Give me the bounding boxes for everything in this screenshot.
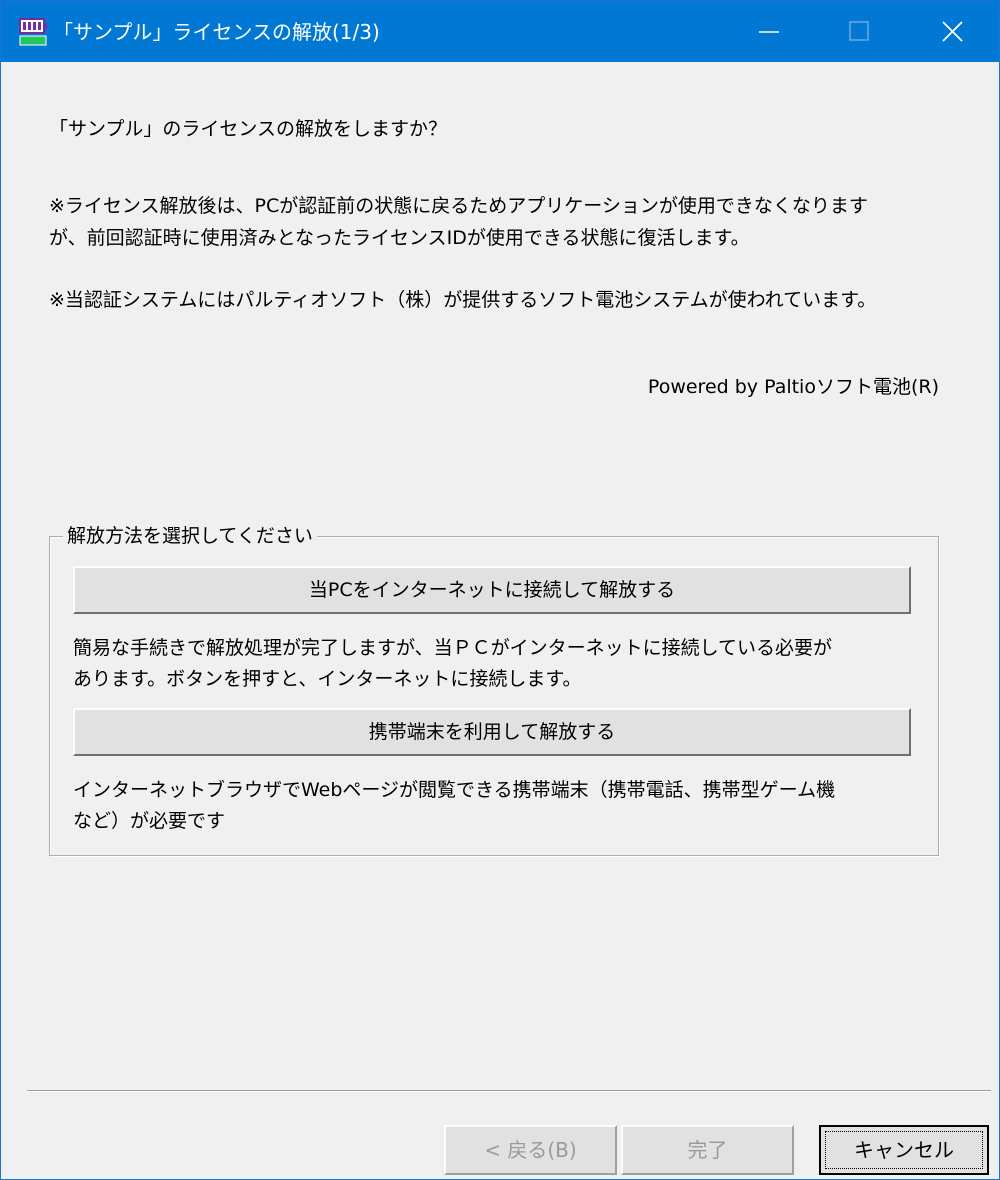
mobile-release-desc-line2: など）が必要です xyxy=(73,810,226,832)
system-note: ※当認証システムにはパルティオソフト（株）が提供するソフト電池システムが使われて… xyxy=(49,289,877,311)
internet-release-desc-line2: あります。ボタンを押すと、インターネットに接続します。 xyxy=(73,668,582,690)
mobile-release-button[interactable]: 携帯端末を利用して解放する xyxy=(73,708,911,756)
release-method-legend: 解放方法を選択してください xyxy=(63,522,317,550)
back-button[interactable]: < 戻る(B) xyxy=(444,1125,617,1175)
cancel-button[interactable]: キャンセル xyxy=(819,1125,989,1175)
maximize-button[interactable] xyxy=(813,1,905,62)
close-icon xyxy=(942,21,963,42)
internet-release-button[interactable]: 当PCをインターネットに接続して解放する xyxy=(73,566,911,614)
minimize-button[interactable] xyxy=(723,1,815,62)
window-title: 「サンプル」ライセンスの解放(1/3) xyxy=(53,20,380,44)
app-license-icon xyxy=(19,17,49,47)
minimize-icon xyxy=(759,31,779,33)
mobile-release-desc-line1: インターネットブラウザでWebページが閲覧できる携帯端末（携帯電話、携帯型ゲーム… xyxy=(73,779,836,801)
release-note-line1: ※ライセンス解放後は、PCが認証前の状態に戻るためアプリケーションが使用できなく… xyxy=(49,195,868,217)
confirm-question: 「サンプル」のライセンスの解放をしますか？ xyxy=(49,118,448,140)
footer-separator xyxy=(27,1090,991,1092)
cancel-button-label: キャンセル xyxy=(854,1138,954,1162)
release-note-line2: が、前回認証時に使用済みとなったライセンスIDが使用できる状態に復活します。 xyxy=(49,227,750,249)
internet-release-desc-line1: 簡易な手続きで解放処理が完了しますが、当ＰＣがインターネットに接続している必要が xyxy=(73,637,833,659)
powered-by-label: Powered by Paltioソフト電池(R) xyxy=(647,376,939,398)
title-bar[interactable]: 「サンプル」ライセンスの解放(1/3) xyxy=(1,1,999,62)
close-button[interactable] xyxy=(907,1,999,62)
license-release-dialog: 「サンプル」ライセンスの解放(1/3) 「サンプル」のライセンスの解放をしますか… xyxy=(0,0,1000,1180)
maximize-icon xyxy=(849,21,869,41)
finish-button[interactable]: 完了 xyxy=(621,1125,794,1175)
